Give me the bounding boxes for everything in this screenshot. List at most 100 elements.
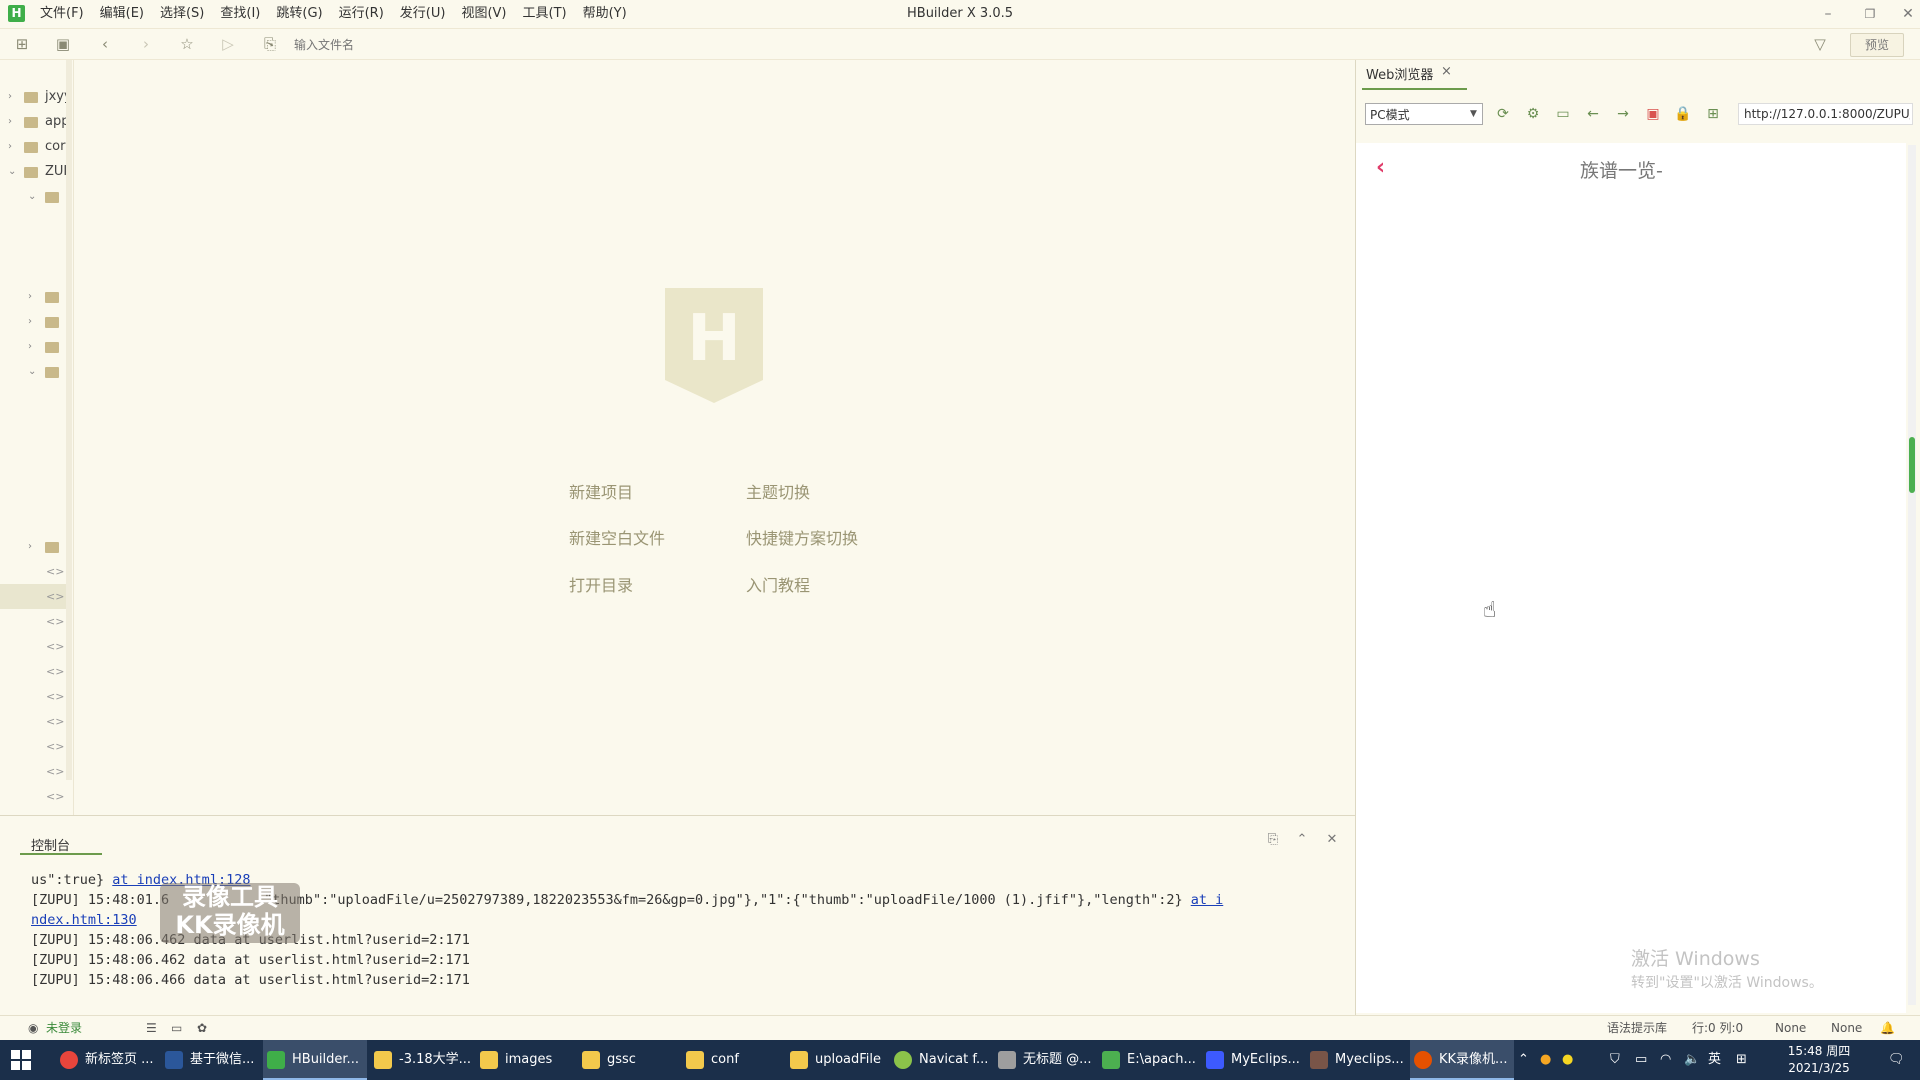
volume-icon[interactable]: 🔈 bbox=[1684, 1040, 1700, 1080]
taskbar-myeclipse-1[interactable]: MyEclips... bbox=[1202, 1040, 1306, 1080]
line-ending-status[interactable]: None bbox=[1831, 1019, 1862, 1037]
close-tab-icon[interactable]: × bbox=[1441, 64, 1452, 79]
menu-goto[interactable]: 跳转(G) bbox=[268, 0, 330, 28]
tutorial-link[interactable]: 入门教程 bbox=[746, 572, 810, 596]
taskbar-apache[interactable]: E:\apach... bbox=[1098, 1040, 1202, 1080]
devtools-icon[interactable]: ▭ bbox=[1553, 104, 1573, 124]
taskbar-myeclipse-2[interactable]: Myeclips... bbox=[1306, 1040, 1410, 1080]
menu-edit[interactable]: 编辑(E) bbox=[92, 0, 152, 28]
tree-file[interactable]: <> bbox=[0, 684, 72, 709]
syntax-hint[interactable]: 语法提示库 bbox=[1607, 1019, 1667, 1037]
filter-icon[interactable]: ▽ bbox=[1810, 34, 1830, 54]
browser-scrollbar-thumb[interactable] bbox=[1909, 437, 1915, 493]
network-icon[interactable]: ▭ bbox=[1635, 1040, 1647, 1080]
collapse-up-icon[interactable]: ⌃ bbox=[1292, 832, 1312, 847]
terminal-icon[interactable]: ▭ bbox=[171, 1019, 182, 1037]
notification-icon[interactable]: 🗨 bbox=[1888, 1040, 1905, 1080]
taskbar-folder-gssc[interactable]: gssc bbox=[578, 1040, 677, 1080]
taskbar-kk-recorder[interactable]: KK录像机... bbox=[1410, 1040, 1514, 1080]
tab-console[interactable]: 控制台 bbox=[31, 835, 70, 854]
tree-subfolder[interactable]: › bbox=[0, 334, 72, 359]
menu-file[interactable]: 文件(F) bbox=[32, 0, 92, 28]
clock-time[interactable]: 15:48 周四 bbox=[1784, 1043, 1854, 1060]
taskbar-navicat[interactable]: Navicat f... bbox=[890, 1040, 994, 1080]
menu-select[interactable]: 选择(S) bbox=[152, 0, 212, 28]
tree-file[interactable]: <> bbox=[0, 609, 72, 634]
encoding-status[interactable]: None bbox=[1775, 1019, 1806, 1037]
close-window-icon[interactable]: ✕ bbox=[1888, 0, 1920, 28]
bell-icon[interactable]: 🔔 bbox=[1880, 1019, 1895, 1037]
taskbar-hbuilder[interactable]: HBuilder... bbox=[263, 1040, 367, 1080]
tree-file[interactable]: <> bbox=[0, 734, 72, 759]
stop-icon[interactable]: ▣ bbox=[1643, 104, 1663, 124]
browser-forward-icon[interactable]: → bbox=[1613, 104, 1633, 124]
keyboard-icon[interactable]: ⊞ bbox=[1736, 1040, 1747, 1080]
taskbar-folder-images[interactable]: images bbox=[476, 1040, 575, 1080]
theme-switch-link[interactable]: 主题切换 bbox=[746, 479, 810, 503]
user-icon[interactable]: ◉ bbox=[28, 1019, 38, 1037]
menu-view[interactable]: 视图(V) bbox=[453, 0, 514, 28]
file-search-input[interactable] bbox=[292, 35, 1806, 55]
taskbar-folder-uploadfile[interactable]: uploadFile bbox=[786, 1040, 890, 1080]
cursor-position[interactable]: 行:0 列:0 bbox=[1692, 1019, 1743, 1037]
minimize-icon[interactable]: – bbox=[1808, 0, 1848, 28]
lock-icon[interactable]: 🔒 bbox=[1673, 104, 1693, 124]
page-back-icon[interactable]: ‹ bbox=[1376, 155, 1385, 180]
menu-publish[interactable]: 发行(U) bbox=[392, 0, 454, 28]
grid-icon[interactable]: ⊞ bbox=[1703, 104, 1723, 124]
clock-date[interactable]: 2021/3/25 bbox=[1784, 1060, 1854, 1077]
settings-icon[interactable]: ⚙ bbox=[1523, 104, 1543, 124]
device-mode-select[interactable]: PC模式 bbox=[1365, 103, 1483, 125]
windows-start-icon[interactable] bbox=[10, 1049, 32, 1071]
tree-file[interactable]: <> bbox=[0, 759, 72, 784]
ime-indicator[interactable]: 英 bbox=[1708, 1040, 1721, 1080]
menu-help[interactable]: 帮助(Y) bbox=[575, 0, 635, 28]
wifi-icon[interactable]: ◠ bbox=[1660, 1040, 1671, 1080]
menu-run[interactable]: 运行(R) bbox=[331, 0, 392, 28]
tray-expand-icon[interactable]: ⌃ bbox=[1518, 1040, 1529, 1080]
tree-subfolder[interactable]: › bbox=[0, 284, 72, 309]
run-icon[interactable]: ▷ bbox=[218, 34, 238, 54]
tree-file[interactable]: <> bbox=[0, 559, 72, 584]
open-log-icon[interactable]: ⎘ bbox=[1263, 832, 1283, 847]
tree-item-jxyy[interactable]: › jxyy bbox=[0, 84, 72, 109]
menu-tools[interactable]: 工具(T) bbox=[515, 0, 575, 28]
menu-find[interactable]: 查找(I) bbox=[212, 0, 268, 28]
preview-button[interactable]: 预览 bbox=[1850, 33, 1904, 57]
save-icon[interactable]: ▣ bbox=[53, 34, 73, 54]
login-status[interactable]: 未登录 bbox=[46, 1019, 82, 1037]
taskbar-chrome[interactable]: 新标签页 ... bbox=[56, 1040, 160, 1080]
tree-scrollbar[interactable] bbox=[66, 60, 72, 780]
back-icon[interactable]: ‹ bbox=[95, 34, 115, 54]
open-folder-link[interactable]: 打开目录 bbox=[569, 572, 633, 596]
tree-file[interactable]: <> bbox=[0, 709, 72, 734]
new-file-icon[interactable]: ⊞ bbox=[12, 34, 32, 54]
tree-item-app[interactable]: › app bbox=[0, 109, 72, 134]
tree-item-zupu[interactable]: ⌄ ZUI bbox=[0, 159, 72, 184]
tree-file[interactable]: <> bbox=[0, 784, 72, 809]
new-blank-file-link[interactable]: 新建空白文件 bbox=[569, 525, 665, 549]
refresh-icon[interactable]: ⟳ bbox=[1493, 104, 1513, 124]
tree-file[interactable]: <> bbox=[0, 634, 72, 659]
restore-icon[interactable]: ❐ bbox=[1850, 0, 1890, 28]
clear-console-icon[interactable]: ✕ bbox=[1322, 832, 1342, 847]
browser-back-icon[interactable]: ← bbox=[1583, 104, 1603, 124]
tray-app-icon[interactable]: ● bbox=[1540, 1040, 1551, 1080]
tray-app-icon[interactable]: ● bbox=[1562, 1040, 1573, 1080]
plugin-icon[interactable]: ✿ bbox=[197, 1019, 207, 1037]
tree-file[interactable]: <> bbox=[0, 659, 72, 684]
taskbar-folder-conf[interactable]: conf bbox=[682, 1040, 781, 1080]
forward-icon[interactable]: › bbox=[136, 34, 156, 54]
source-link[interactable]: at i bbox=[1191, 892, 1224, 908]
tree-subfolder[interactable]: › bbox=[0, 534, 72, 559]
shield-icon[interactable]: ⛉ bbox=[1610, 1040, 1620, 1080]
tree-file-selected[interactable]: <> bbox=[0, 584, 72, 609]
taskbar-untitled[interactable]: 无标题 @... bbox=[994, 1040, 1098, 1080]
source-link[interactable]: ndex.html:130 bbox=[31, 912, 137, 928]
taskbar-folder[interactable]: -3.18大学... bbox=[370, 1040, 474, 1080]
url-input[interactable] bbox=[1738, 103, 1913, 125]
list-icon[interactable]: ☰ bbox=[146, 1019, 157, 1037]
new-project-link[interactable]: 新建项目 bbox=[569, 479, 633, 503]
browser-preview-icon[interactable]: ⎘ bbox=[260, 34, 280, 54]
tree-subfolder-expanded[interactable]: ⌄ bbox=[0, 359, 72, 384]
